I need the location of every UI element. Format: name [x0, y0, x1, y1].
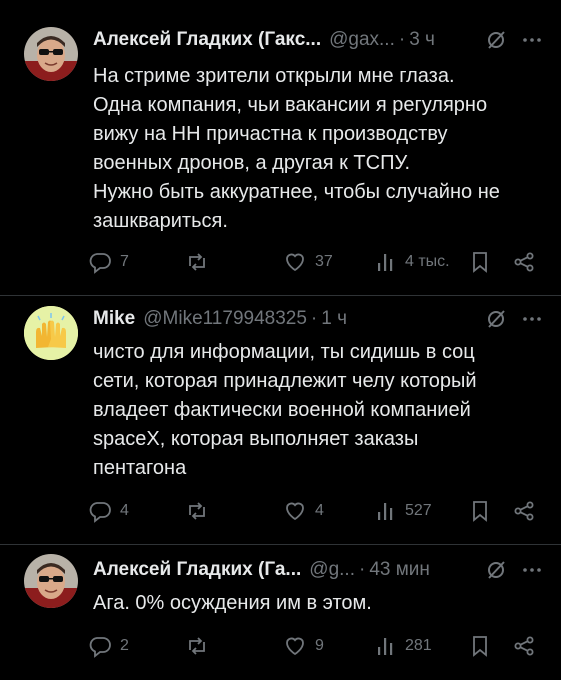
avatar[interactable] [24, 27, 78, 81]
timestamp[interactable]: 1 ч [321, 308, 347, 330]
like-button[interactable]: 9 [283, 631, 324, 661]
action-bar: 7 37 4 тыс. [88, 247, 543, 277]
text-line: Ага. 0% осуждения им в этом. [93, 592, 372, 614]
separator-dot: · [310, 308, 318, 329]
share-button[interactable] [512, 631, 536, 661]
bookmark-button[interactable] [469, 496, 491, 526]
bookmark-button[interactable] [469, 631, 491, 661]
avatar[interactable] [24, 554, 78, 608]
reply-button[interactable]: 7 [88, 247, 129, 277]
tweet-text: На стриме зрители открыли мне глаза. Одн… [93, 62, 543, 236]
like-button[interactable]: 37 [283, 247, 333, 277]
bookmark-icon [473, 501, 487, 522]
retweet-icon [189, 253, 205, 271]
heart-icon [286, 637, 304, 656]
tweet-header: Алексей Гладких (Гакс... @gax... · 3 ч [93, 28, 545, 52]
heart-icon [286, 253, 304, 272]
separator-dot: · [358, 559, 366, 580]
author-name[interactable]: Mike [93, 308, 135, 330]
separator-dot: · [398, 29, 406, 50]
timestamp[interactable]: 43 мин [369, 559, 430, 581]
share-icon [514, 252, 534, 272]
retweet-icon [189, 637, 205, 655]
retweet-button[interactable] [185, 247, 217, 277]
reply-count: 7 [120, 253, 129, 270]
like-count: 4 [315, 502, 324, 519]
author-handle[interactable]: @Mike1179948325 [143, 308, 307, 330]
tweet-3[interactable]: Алексей Гладких (Га... @g... · 43 мин Аг… [0, 545, 561, 680]
more-icon[interactable] [519, 557, 545, 583]
text-line: сети, которая принадлежит челу который [93, 370, 477, 392]
views-button[interactable]: 527 [375, 496, 432, 526]
author-handle[interactable]: @gax... [329, 29, 395, 51]
text-line: вижу на НН причастна к производству [93, 123, 448, 145]
bookmark-icon [473, 252, 487, 273]
avatar[interactable] [24, 306, 78, 360]
bookmark-icon [473, 636, 487, 657]
share-icon [514, 501, 534, 521]
retweet-icon [189, 502, 205, 520]
views-icon [378, 254, 393, 271]
tweet-header: Mike @Mike1179948325 · 1 ч [93, 307, 545, 331]
share-button[interactable] [512, 247, 536, 277]
author-name[interactable]: Алексей Гладких (Га... [93, 559, 301, 581]
views-count: 527 [405, 502, 432, 519]
tweet-text: чисто для информации, ты сидишь в соц се… [93, 338, 543, 483]
text-line: Нужно быть аккуратнее, чтобы случайно не [93, 181, 500, 203]
reply-count: 2 [120, 637, 129, 654]
text-line: чисто для информации, ты сидишь в соц [93, 341, 475, 363]
text-line: Одна компания, чьи вакансии я регулярно [93, 94, 488, 116]
reply-button[interactable]: 2 [88, 631, 129, 661]
tweet-text: Ага. 0% осуждения им в этом. [93, 589, 543, 618]
action-bar: 4 4 527 [88, 496, 543, 526]
author-name[interactable]: Алексей Гладких (Гакс... [93, 29, 321, 51]
text-line: spaceX, которая выполняет заказы [93, 428, 419, 450]
views-button[interactable]: 281 [375, 631, 432, 661]
reply-icon [89, 502, 111, 523]
retweet-button[interactable] [185, 631, 217, 661]
like-count: 37 [315, 253, 333, 270]
views-count: 281 [405, 637, 432, 654]
text-line: военных дронов, а другая к ТСПУ. [93, 152, 411, 174]
reply-button[interactable]: 4 [88, 496, 129, 526]
text-line: пентагона [93, 457, 187, 479]
views-icon [378, 638, 393, 655]
timestamp[interactable]: 3 ч [409, 29, 435, 51]
like-count: 9 [315, 637, 324, 654]
action-bar: 2 9 281 [88, 631, 543, 661]
text-line: зашквариться. [93, 210, 228, 232]
heart-icon [286, 502, 304, 521]
tweet-1[interactable]: Алексей Гладких (Гакс... @gax... · 3 ч Н… [0, 0, 561, 295]
like-button[interactable]: 4 [283, 496, 324, 526]
retweet-button[interactable] [185, 496, 217, 526]
share-icon [514, 636, 534, 656]
views-count: 4 тыс. [405, 253, 450, 270]
reply-icon [89, 637, 111, 658]
more-icon[interactable] [519, 27, 545, 53]
tweet-2[interactable]: Mike @Mike1179948325 · 1 ч чисто для инф… [0, 296, 561, 544]
reply-icon [89, 253, 111, 274]
views-icon [378, 503, 393, 520]
bookmark-button[interactable] [469, 247, 491, 277]
tweet-header: Алексей Гладких (Га... @g... · 43 мин [93, 558, 545, 582]
grok-icon[interactable] [483, 557, 509, 583]
text-line: владеет фактически военной компанией [93, 399, 471, 421]
text-line: На стриме зрители открыли мне глаза. [93, 65, 455, 87]
grok-icon[interactable] [483, 306, 509, 332]
grok-icon[interactable] [483, 27, 509, 53]
share-button[interactable] [512, 496, 536, 526]
more-icon[interactable] [519, 306, 545, 332]
reply-count: 4 [120, 502, 129, 519]
views-button[interactable]: 4 тыс. [375, 247, 450, 277]
author-handle[interactable]: @g... [309, 559, 355, 581]
